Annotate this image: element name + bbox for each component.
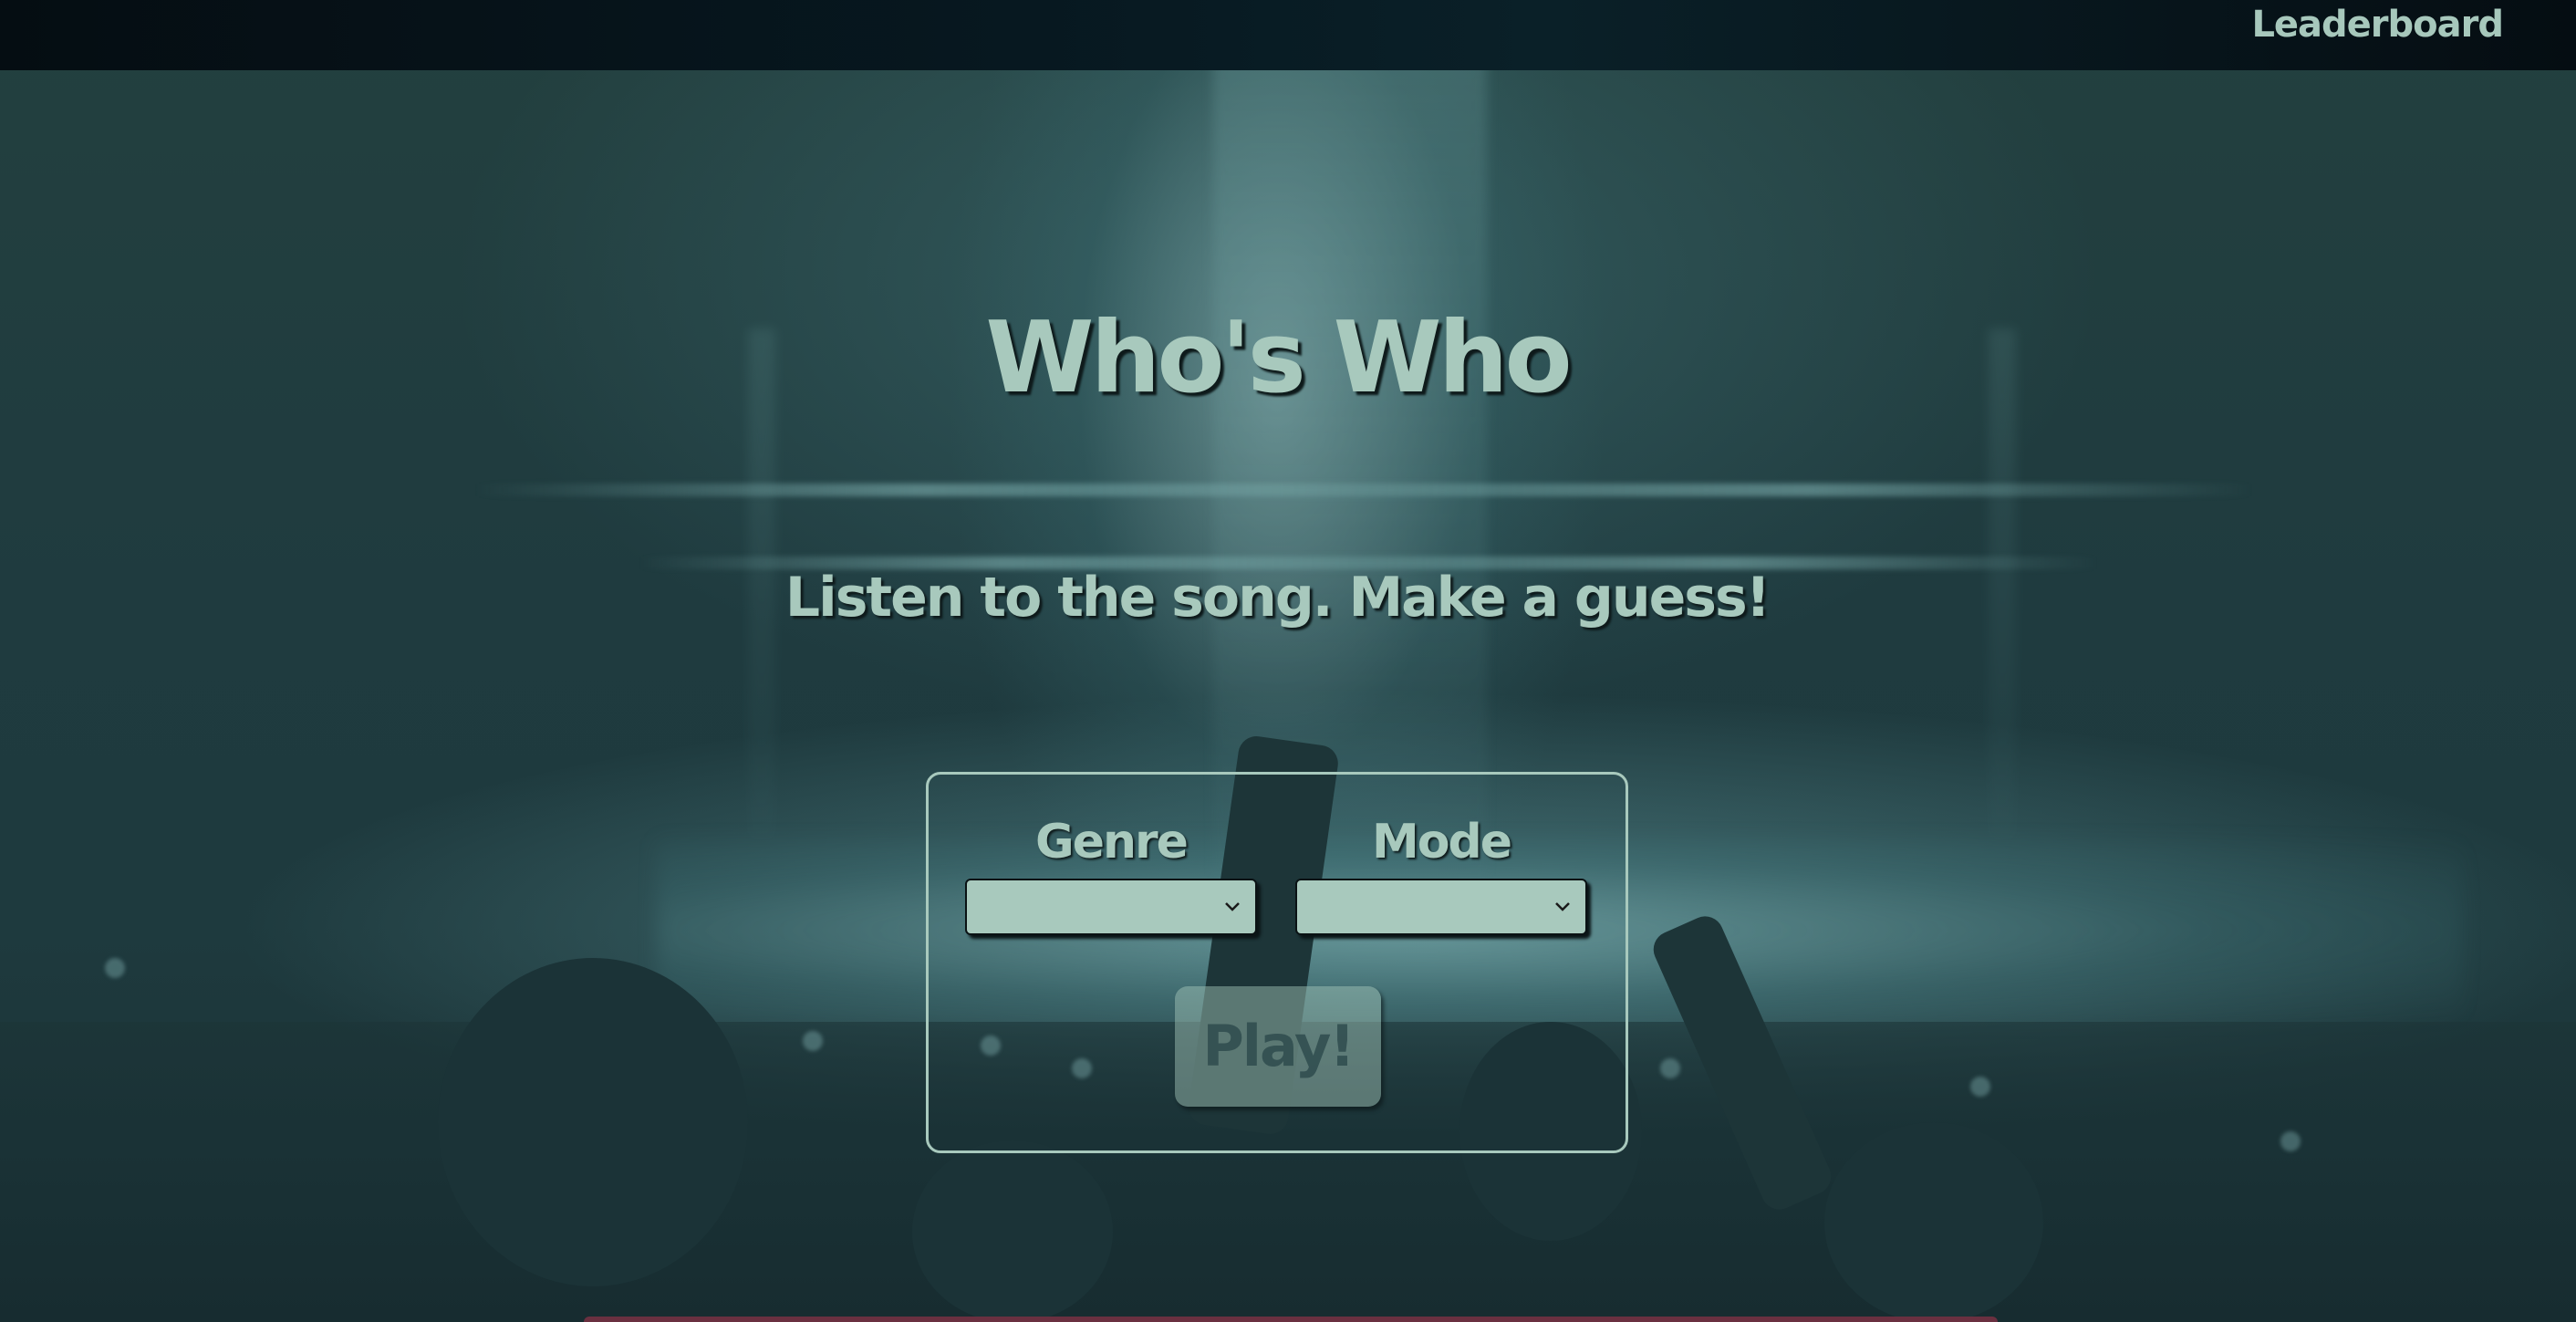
leaderboard-link[interactable]: Leaderboard bbox=[2251, 4, 2504, 46]
page-subtitle: Listen to the song. Make a guess! bbox=[784, 566, 1771, 630]
page-title: Who's Who bbox=[985, 301, 1572, 415]
genre-label: Genre bbox=[1035, 815, 1189, 869]
bottom-panel-edge bbox=[584, 1317, 1998, 1322]
mode-label: Mode bbox=[1372, 815, 1512, 869]
main-content: Who's Who Listen to the song. Make a gue… bbox=[0, 0, 2576, 1322]
chevron-down-icon bbox=[1225, 902, 1240, 911]
play-button[interactable]: Play! bbox=[1175, 986, 1381, 1107]
chevron-down-icon bbox=[1555, 902, 1570, 911]
top-nav-bar: Leaderboard bbox=[0, 0, 2576, 70]
game-setup-panel: Genre Mode Play! bbox=[926, 772, 1628, 1153]
genre-select[interactable] bbox=[965, 879, 1257, 935]
mode-select[interactable] bbox=[1295, 879, 1587, 935]
